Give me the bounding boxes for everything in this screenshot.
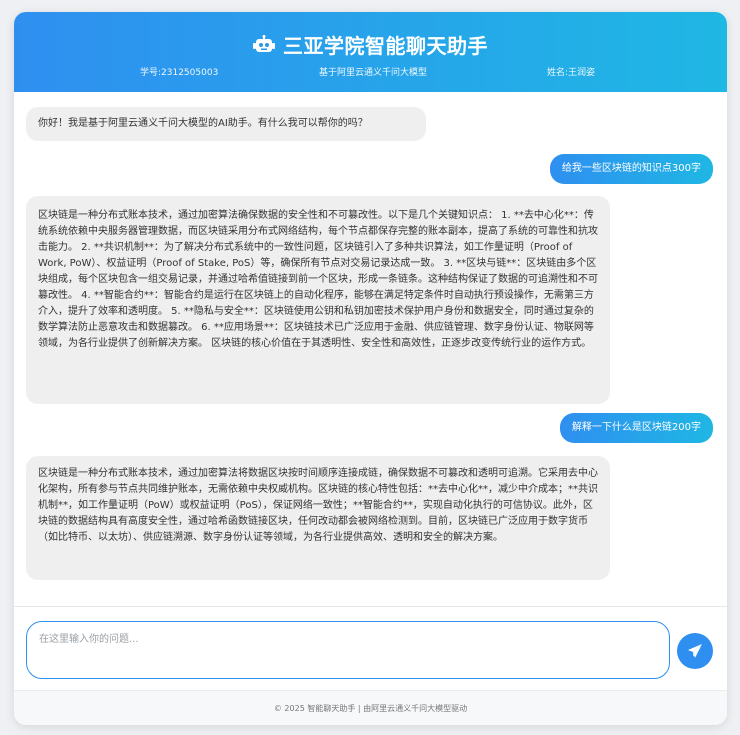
bot-message: 区块链是一种分布式账本技术，通过加密算法将数据区块按时间顺序连接成链，确保数据不… [26, 456, 610, 580]
footer: © 2025 智能聊天助手 | 由阿里云通义千问大模型驱动 [14, 690, 727, 725]
page-title: 三亚学院智能聊天助手 [283, 34, 488, 58]
bot-message: 区块链是一种分布式账本技术，通过加密算法确保数据的安全性和不可篡改性。以下是几个… [26, 196, 610, 404]
model-info: 基于阿里云通义千问大模型 [319, 68, 428, 78]
chat-app-window: 三亚学院智能聊天助手 学号:2312505003 基于阿里云通义千问大模型 姓名… [14, 12, 727, 725]
send-button[interactable] [677, 633, 713, 669]
robot-icon [253, 34, 275, 52]
input-area [14, 606, 727, 690]
send-icon [688, 644, 702, 658]
chat-messages[interactable]: 你好！我是基于阿里云通义千问大模型的AI助手。有什么我可以帮你的吗？ 给我一些区… [14, 92, 727, 606]
message-input[interactable] [26, 621, 670, 679]
bot-message: 你好！我是基于阿里云通义千问大模型的AI助手。有什么我可以帮你的吗？ [26, 107, 426, 141]
student-name: 姓名:王润姿 [547, 68, 596, 78]
student-id: 学号:2312505003 [140, 68, 219, 78]
user-message: 给我一些区块链的知识点300字 [549, 154, 713, 184]
header: 三亚学院智能聊天助手 学号:2312505003 基于阿里云通义千问大模型 姓名… [14, 12, 727, 92]
user-message: 解释一下什么是区块链200字 [559, 413, 713, 443]
title-row: 三亚学院智能聊天助手 [14, 30, 727, 59]
